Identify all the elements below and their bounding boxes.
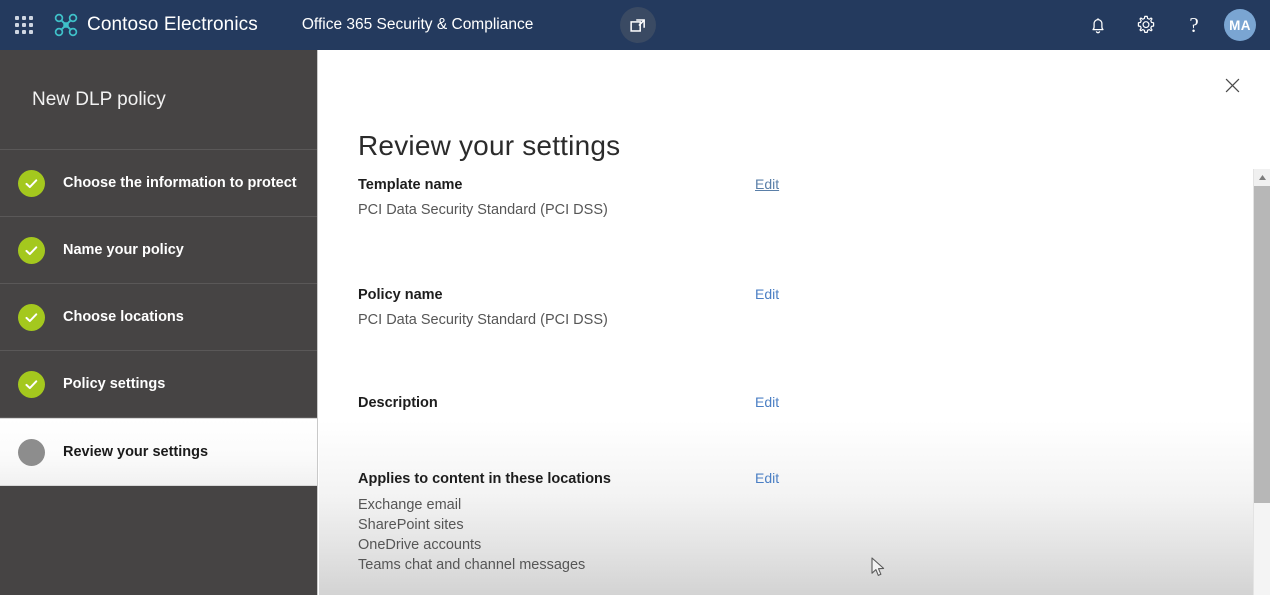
section-locations: Applies to content in these locations Ed… [358, 470, 1118, 575]
sidebar-step-policy-settings[interactable]: Policy settings [0, 351, 317, 418]
close-x-icon[interactable] [1215, 68, 1249, 102]
check-circle-icon [18, 370, 45, 398]
section-label: Template name [358, 177, 463, 193]
section-label: Applies to content in these locations [358, 471, 611, 487]
wizard-sidebar: New DLP policy Choose the information to… [0, 50, 318, 595]
sidebar-step-choose-information[interactable]: Choose the information to protect [0, 150, 317, 217]
sidebar-step-label: Choose the information to protect [63, 175, 297, 191]
section-policy-name: Policy name Edit PCI Data Security Stand… [358, 286, 1118, 328]
brand-name: Contoso Electronics [87, 14, 258, 35]
page-title: Review your settings [358, 130, 621, 161]
list-item: Exchange email [358, 497, 462, 513]
locations-list: Exchange email SharePoint sites OneDrive… [358, 495, 1118, 575]
sidebar-step-label: Policy settings [63, 376, 166, 392]
filled-circle-icon [18, 438, 45, 466]
edit-template-name-link[interactable]: Edit [755, 176, 779, 192]
gear-icon[interactable] [1122, 0, 1170, 50]
suite-header-actions: ? MA [1074, 0, 1260, 50]
wizard-title: New DLP policy [0, 50, 317, 150]
section-label: Description [358, 395, 438, 411]
check-circle-icon [18, 169, 45, 197]
contoso-drone-logo-icon [54, 13, 78, 37]
edit-description-link[interactable]: Edit [755, 394, 779, 410]
section-label: Policy name [358, 287, 443, 303]
scroll-up-arrow-icon[interactable] [1254, 169, 1270, 186]
section-description: Description Edit [358, 394, 1118, 411]
main-panel: Review your settings Template name Edit … [319, 50, 1270, 595]
sidebar-step-label: Name your policy [63, 242, 184, 258]
app-launcher-waffle-icon[interactable] [0, 0, 48, 50]
section-template-name: Template name Edit PCI Data Security Sta… [358, 176, 1118, 218]
edit-policy-name-link[interactable]: Edit [755, 286, 779, 302]
sidebar-step-label: Review your settings [63, 444, 209, 460]
question-mark-icon[interactable]: ? [1170, 0, 1218, 50]
app-name[interactable]: Office 365 Security & Compliance [302, 16, 533, 34]
open-in-new-window-icon[interactable] [620, 7, 656, 43]
scroll-thumb[interactable] [1254, 186, 1270, 503]
list-item: Teams chat and channel messages [358, 557, 586, 573]
suite-header: Contoso Electronics Office 365 Security … [0, 0, 1270, 50]
app-root: Contoso Electronics Office 365 Security … [0, 0, 1270, 595]
vertical-scrollbar[interactable] [1253, 169, 1270, 595]
review-sections: Template name Edit PCI Data Security Sta… [358, 176, 1118, 575]
brand-link[interactable]: Contoso Electronics [48, 13, 258, 37]
check-circle-icon [18, 236, 45, 264]
sidebar-step-choose-locations[interactable]: Choose locations [0, 284, 317, 351]
help-glyph: ? [1189, 12, 1199, 37]
section-value: PCI Data Security Standard (PCI DSS) [358, 202, 608, 218]
list-item: OneDrive accounts [358, 537, 482, 553]
section-value: PCI Data Security Standard (PCI DSS) [358, 312, 608, 328]
sidebar-step-name-policy[interactable]: Name your policy [0, 217, 317, 284]
sidebar-step-label: Choose locations [63, 309, 184, 325]
avatar[interactable]: MA [1224, 9, 1256, 41]
check-circle-icon [18, 303, 45, 331]
edit-locations-link[interactable]: Edit [755, 470, 779, 486]
bell-icon[interactable] [1074, 0, 1122, 50]
list-item: SharePoint sites [358, 517, 464, 533]
sidebar-step-review-settings[interactable]: Review your settings [0, 418, 317, 486]
